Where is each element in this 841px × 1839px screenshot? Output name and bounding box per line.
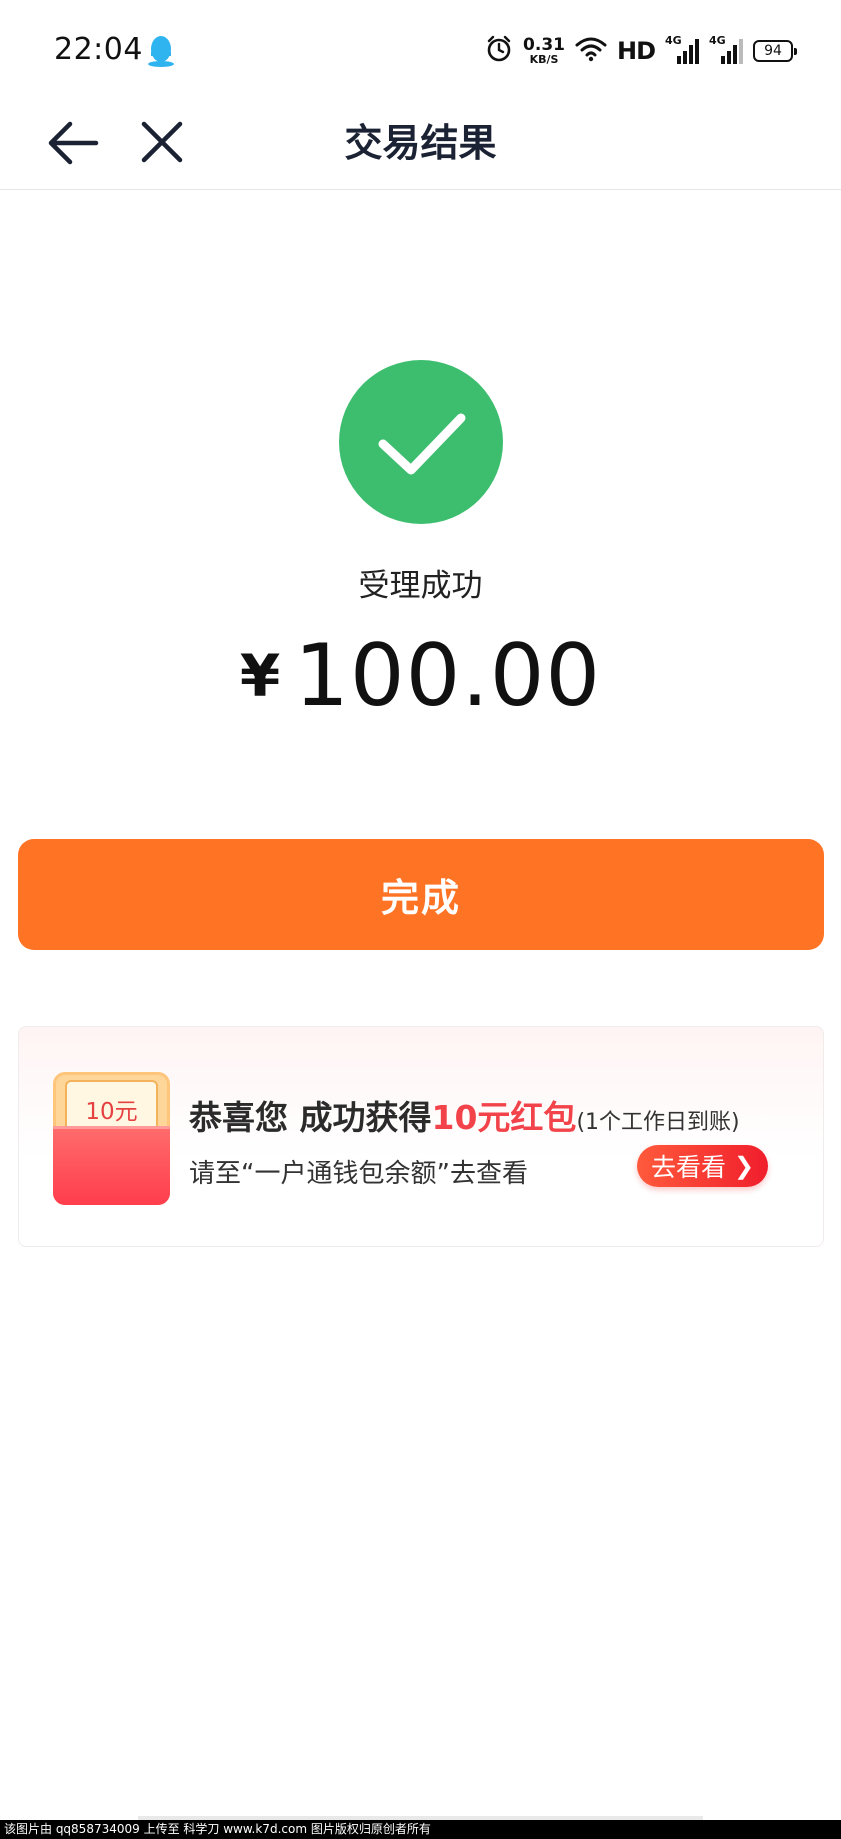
result-status-text: 受理成功 <box>358 568 483 604</box>
red-packet-card[interactable]: 10元 恭喜您 成功获得10元红包(1个工作日到账) 请至“一户通钱包余额”去查… <box>18 1026 824 1247</box>
go-view-button[interactable]: 去看看 ❯ <box>637 1145 768 1187</box>
net-speed: 0.31 KB/S <box>523 35 565 66</box>
nav-bar: 交易结果 <box>0 100 841 190</box>
promo-title: 恭喜您 成功获得10元红包(1个工作日到账) <box>189 1091 740 1139</box>
battery-level: 94 <box>764 43 782 59</box>
amount-display: ¥100.00 <box>0 626 841 726</box>
status-bar: 22:04 0.31 KB/S HD 4G 4G 94 <box>0 0 841 100</box>
done-button[interactable]: 完成 <box>18 839 824 950</box>
alarm-icon <box>485 35 513 67</box>
status-indicators: 0.31 KB/S HD 4G 4G 94 <box>485 32 797 70</box>
go-view-label: 去看看 <box>650 1154 726 1182</box>
hd-label: HD <box>616 37 656 65</box>
signal-icon: 4G <box>709 34 743 66</box>
currency-symbol: ¥ <box>239 642 281 710</box>
qq-penguin-icon <box>146 34 176 68</box>
promo-title-suffix: (1个工作日到账) <box>576 1110 740 1135</box>
promo-title-highlight: 10元红包 <box>431 1098 577 1137</box>
red-packet-icon: 10元 <box>53 1072 170 1205</box>
battery-icon: 94 <box>753 40 797 62</box>
promo-subtitle: 请至“一户通钱包余额”去查看 <box>189 1159 528 1189</box>
chevron-right-icon: ❯ <box>733 1152 755 1180</box>
watermark-footer: 该图片由 qq858734009 上传至 科学刀 www.k7d.com 图片版… <box>0 1820 841 1839</box>
success-check-icon <box>339 360 503 524</box>
status-time: 22:04 <box>54 32 143 67</box>
signal-icon: 4G <box>665 34 699 66</box>
amount-value: 100.00 <box>294 626 602 726</box>
promo-title-prefix: 恭喜您 成功获得 <box>189 1098 432 1137</box>
wifi-icon <box>575 36 607 66</box>
net-speed-unit: KB/S <box>529 53 559 66</box>
page-title: 交易结果 <box>344 121 497 165</box>
net-speed-value: 0.31 <box>523 35 565 55</box>
red-packet-front <box>53 1126 170 1205</box>
